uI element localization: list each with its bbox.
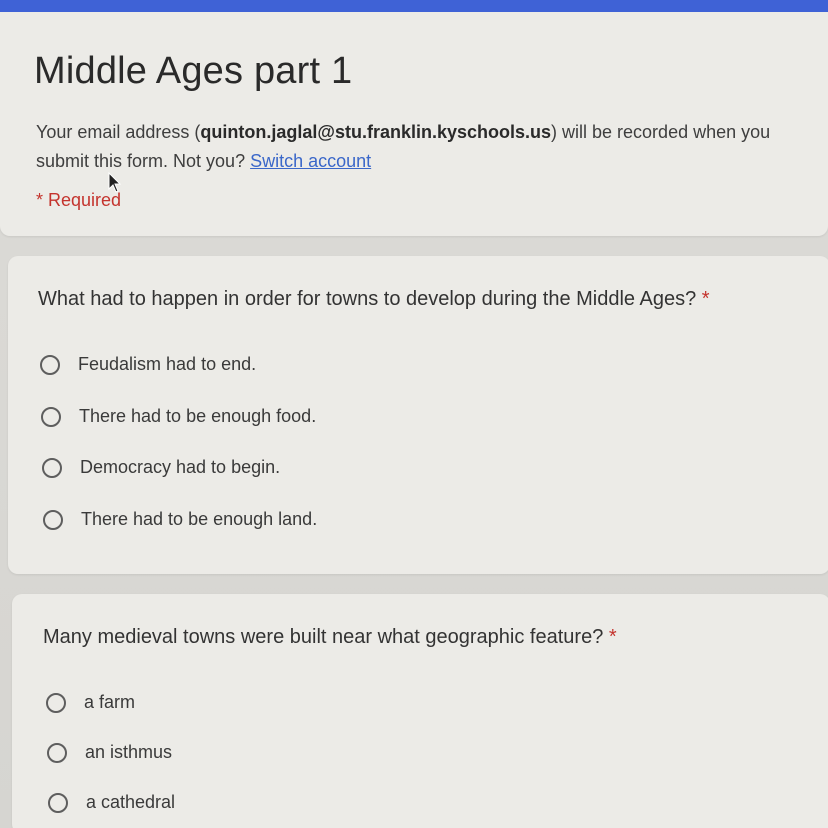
question-2-label: Many medieval towns were built near what… [43,626,604,648]
radio-button[interactable] [42,457,62,478]
required-asterisk: * [701,288,710,310]
form-header-card: Middle Ages part 1 Your email address (q… [0,8,828,236]
radio-option-farm[interactable]: a farm [46,692,135,713]
option-label: a farm [84,692,136,712]
option-label: There had to be enough land. [81,509,318,529]
radio-option-feudalism[interactable]: Feudalism had to end. [40,354,256,375]
radio-button[interactable] [48,792,68,813]
radio-button[interactable] [41,406,61,427]
question-1-label: What had to happen in order for towns to… [38,288,697,310]
mouse-pointer-icon [108,172,122,193]
option-label: Feudalism had to end. [78,354,257,374]
user-email: quinton.jaglal@stu.franklin.kyschools.us [200,122,552,142]
radio-option-cathedral[interactable]: a cathedral [48,792,175,813]
switch-account-link[interactable]: Switch account [250,151,371,171]
radio-option-enough-food[interactable]: There had to be enough food. [41,406,316,427]
option-label: an isthmus [85,742,173,762]
required-asterisk: * [608,626,617,648]
question-1-text: What had to happen in order for towns to… [38,288,710,311]
radio-button[interactable] [47,742,67,763]
form-accent-bar [0,0,828,12]
radio-button[interactable] [46,692,66,713]
form-title: Middle Ages part 1 [34,50,353,92]
question-card-1: What had to happen in order for towns to… [8,256,828,574]
email-notice-prefix: Your email address ( [36,122,201,142]
radio-option-democracy[interactable]: Democracy had to begin. [42,457,280,478]
question-card-2: Many medieval towns were built near what… [12,594,828,828]
option-label: There had to be enough food. [79,406,317,426]
radio-button[interactable] [40,354,60,375]
question-2-text: Many medieval towns were built near what… [43,626,617,649]
radio-option-isthmus[interactable]: an isthmus [47,742,172,763]
option-label: a cathedral [86,792,176,812]
radio-option-enough-land[interactable]: There had to be enough land. [43,509,317,530]
form-page: Middle Ages part 1 Your email address (q… [0,0,828,828]
option-label: Democracy had to begin. [80,457,281,477]
email-notice: Your email address (quinton.jaglal@stu.f… [36,118,796,176]
radio-button[interactable] [43,509,63,530]
